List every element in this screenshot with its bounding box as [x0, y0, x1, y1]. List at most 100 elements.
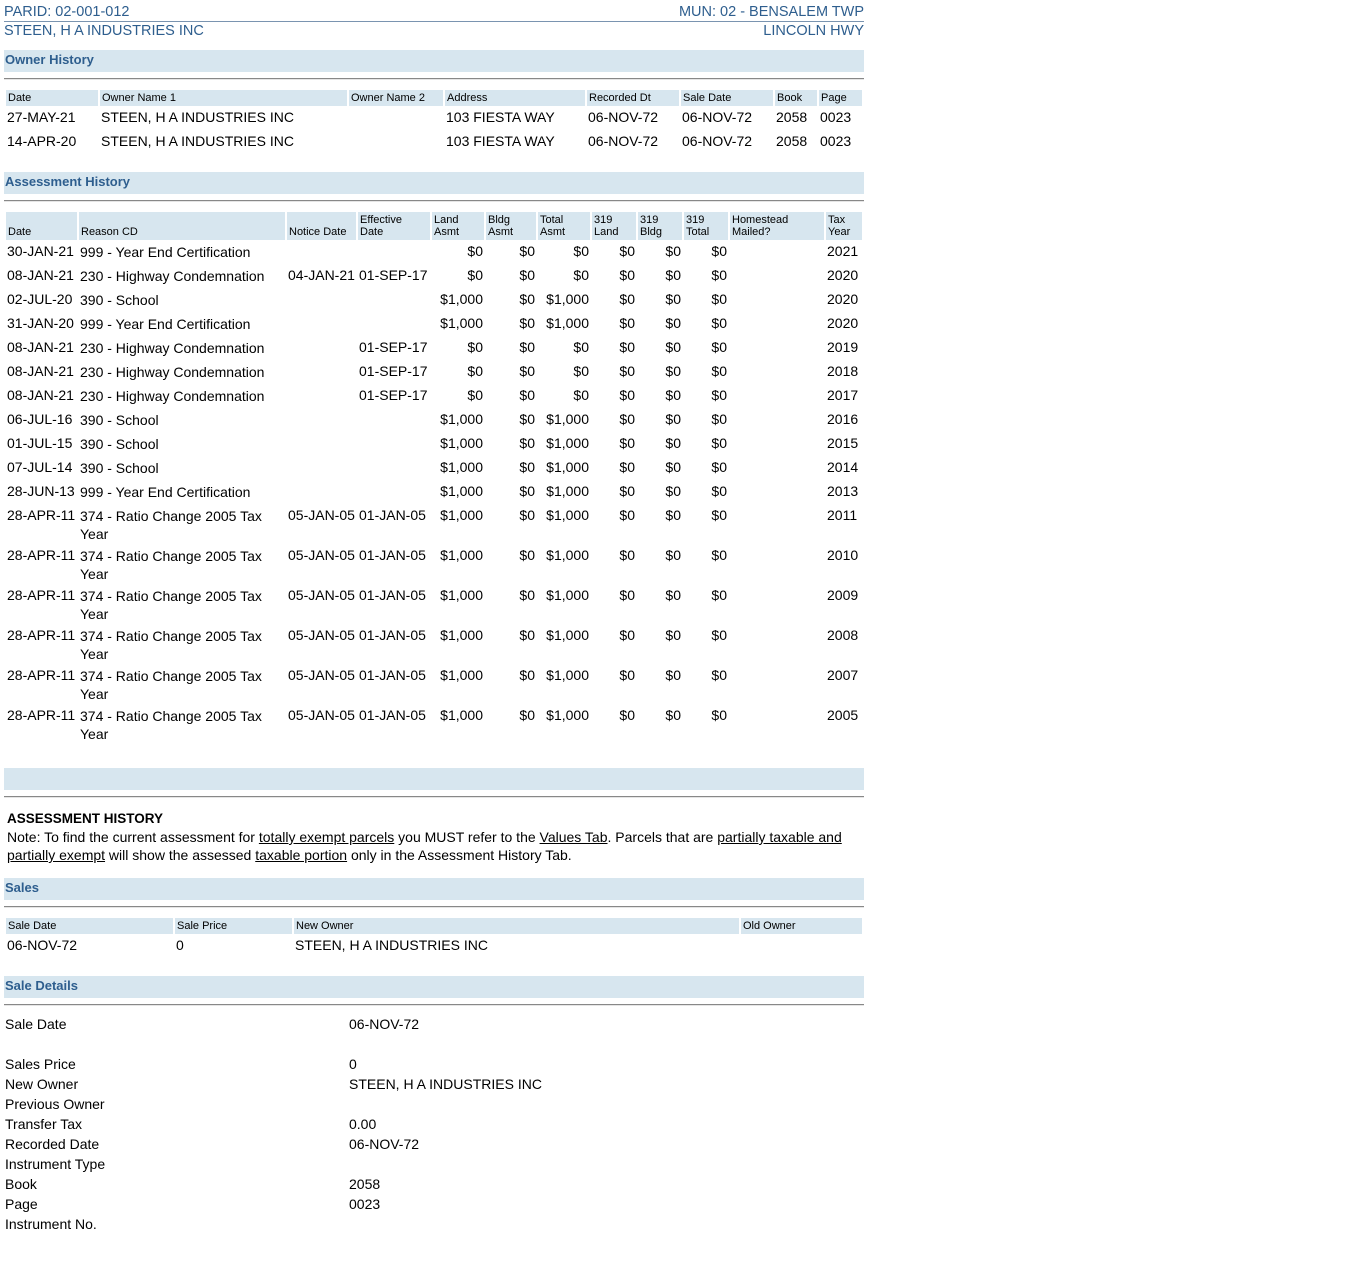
- cell-effective-date: [358, 482, 430, 504]
- table-row: 06-JUL-16 390 - School $1,000 $0 $1,000 $0 $0 $…: [6, 410, 862, 432]
- owner-history-heading: Owner History: [4, 50, 864, 72]
- cell-address: 103 FIESTA WAY: [446, 109, 555, 125]
- col-land-label-a: Land: [434, 214, 459, 226]
- cell-homestead-mailed: [730, 362, 824, 384]
- detail-value: 06-NOV-72: [349, 1136, 420, 1152]
- col-new-owner: New Owner: [294, 918, 739, 934]
- cell-bldg-asmt: $0: [519, 707, 535, 723]
- cell-total-asmt: $1,000: [546, 507, 589, 523]
- cell-319-total: $0: [711, 483, 727, 499]
- cell-land-asmt: $1,000: [440, 411, 483, 427]
- cell-recorded-dt: 06-NOV-72: [588, 109, 659, 125]
- table-row: 06-NOV-72 0 STEEN, H A INDUSTRIES INC: [6, 936, 862, 958]
- cell-319-total: $0: [711, 667, 727, 683]
- detail-value: 0023: [349, 1196, 381, 1212]
- cell-date: 28-APR-11: [7, 707, 76, 723]
- cell-land-asmt: $0: [467, 267, 483, 283]
- cell-319-land: $0: [619, 507, 635, 523]
- cell-319-bldg: $0: [665, 387, 681, 403]
- cell-reason-cd: 374 - Ratio Change 2005 Tax Year: [80, 668, 262, 702]
- note-text-2: you MUST refer to the: [394, 829, 540, 845]
- cell-319-bldg: $0: [665, 291, 681, 307]
- col-319-bldg: 319 Bldg: [638, 212, 682, 240]
- cell-notice-date: [287, 434, 356, 456]
- cell-bldg-asmt: $0: [519, 243, 535, 259]
- cell-bldg-asmt: $0: [519, 435, 535, 451]
- taxable-portion-link[interactable]: taxable portion: [255, 847, 347, 863]
- cell-319-land: $0: [619, 667, 635, 683]
- cell-homestead-mailed: [730, 666, 824, 704]
- cell-tax-year: 2011: [827, 507, 858, 523]
- cell-homestead-mailed: [730, 458, 824, 480]
- cell-effective-date: 01-JAN-05: [359, 667, 426, 683]
- cell-reason-cd: 230 - Highway Condemnation: [80, 340, 265, 356]
- cell-bldg-asmt: $0: [519, 459, 535, 475]
- cell-319-bldg: $0: [665, 339, 681, 355]
- cell-319-total: $0: [711, 411, 727, 427]
- cell-address: 103 FIESTA WAY: [446, 133, 555, 149]
- cell-tax-year: 2016: [827, 411, 859, 427]
- cell-319-land: $0: [619, 315, 635, 331]
- cell-date: 08-JAN-21: [7, 339, 74, 355]
- col-reason-label: Reason CD: [81, 226, 138, 238]
- col-recorded-dt: Recorded Dt: [587, 90, 679, 106]
- table-row: 28-APR-11 374 - Ratio Change 2005 Tax Yea…: [6, 546, 862, 584]
- cell-total-asmt: $1,000: [546, 627, 589, 643]
- cell-reason-cd: 374 - Ratio Change 2005 Tax Year: [80, 628, 262, 662]
- cell-date: 08-JAN-21: [7, 363, 74, 379]
- detail-label: Instrument Type: [5, 1156, 106, 1172]
- detail-label: Previous Owner: [5, 1096, 105, 1112]
- detail-value: 0.00: [349, 1116, 377, 1132]
- sale-details-heading: Sale Details: [4, 976, 864, 998]
- assessment-footer-bar: [4, 768, 864, 790]
- parcel-report: PARID: 02-001-012 MUN: 02 - BENSALEM TWP…: [4, 0, 864, 1234]
- cell-sale-date: 06-NOV-72: [682, 133, 753, 149]
- cell-tax-year: 2020: [827, 267, 859, 283]
- values-tab-link[interactable]: Values Tab: [540, 829, 608, 845]
- cell-reason-cd: 230 - Highway Condemnation: [80, 388, 265, 404]
- note-text-3: . Parcels that are: [607, 829, 718, 845]
- cell-effective-date: [358, 410, 430, 432]
- cell-total-asmt: $0: [573, 387, 589, 403]
- cell-total-asmt: $0: [573, 243, 589, 259]
- col-effective-date: Effective Date: [358, 212, 430, 240]
- cell-homestead-mailed: [730, 586, 824, 624]
- col-book: Book: [775, 90, 817, 106]
- cell-reason-cd: 999 - Year End Certification: [80, 244, 251, 260]
- detail-value: 2058: [349, 1176, 381, 1192]
- cell-319-total: $0: [711, 707, 727, 723]
- cell-bldg-asmt: $0: [519, 483, 535, 499]
- cell-tax-year: 2013: [827, 483, 859, 499]
- col-notice-date: Notice Date: [287, 212, 356, 240]
- cell-319-bldg: $0: [665, 667, 681, 683]
- cell-notice-date: [287, 314, 356, 336]
- col-notice-label: Notice Date: [289, 226, 347, 238]
- cell-bldg-asmt: $0: [519, 387, 535, 403]
- cell-bldg-asmt: $0: [519, 411, 535, 427]
- parcel-header: PARID: 02-001-012 MUN: 02 - BENSALEM TWP…: [4, 0, 864, 42]
- cell-notice-date: [287, 482, 356, 504]
- cell-319-total: $0: [711, 587, 727, 603]
- cell-reason-cd: 390 - School: [80, 292, 159, 308]
- cell-date: 31-JAN-20: [7, 315, 74, 331]
- cell-sale-price: 0: [176, 937, 184, 953]
- sales-table: Sale Date Sale Price New Owner Old Owner…: [4, 916, 864, 960]
- cell-total-asmt: $1,000: [546, 435, 589, 451]
- cell-date: 28-APR-11: [7, 587, 76, 603]
- cell-reason-cd: 374 - Ratio Change 2005 Tax Year: [80, 508, 262, 542]
- cell-notice-date: 04-JAN-21: [288, 267, 355, 283]
- cell-319-land: $0: [619, 587, 635, 603]
- cell-319-land: $0: [619, 363, 635, 379]
- cell-homestead-mailed: [730, 434, 824, 456]
- parcel-id: PARID: 02-001-012: [4, 4, 130, 20]
- cell-tax-year: 2018: [827, 363, 859, 379]
- col-tax-a: Tax: [828, 214, 846, 226]
- col-319-total-a: 319: [686, 214, 705, 226]
- assessment-note: ASSESSMENT HISTORY Note: To find the cur…: [4, 806, 864, 868]
- detail-label: Page: [5, 1196, 38, 1212]
- cell-homestead-mailed: [730, 546, 824, 584]
- cell-tax-year: 2007: [827, 667, 859, 683]
- cell-owner-name-2: [349, 132, 443, 154]
- totally-exempt-link[interactable]: totally exempt parcels: [259, 829, 394, 845]
- col-319-total: 319 Total: [684, 212, 728, 240]
